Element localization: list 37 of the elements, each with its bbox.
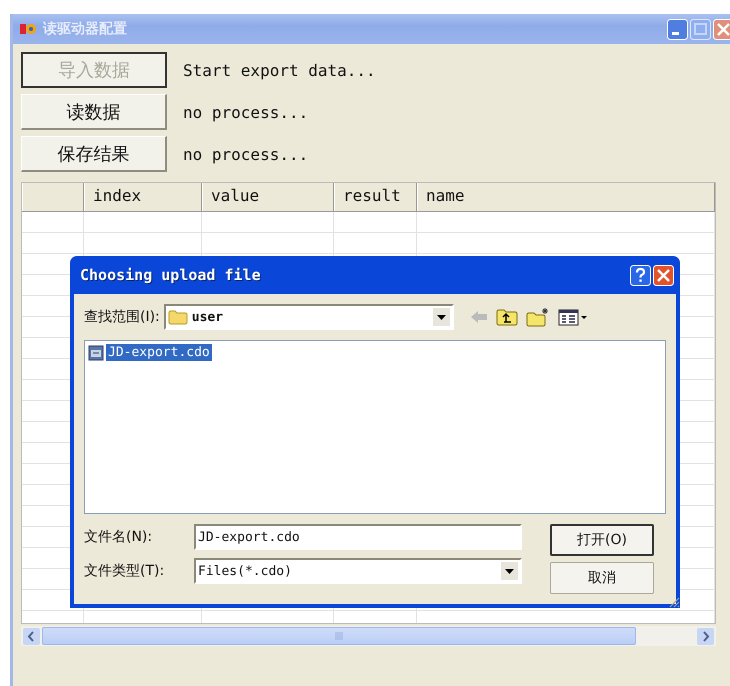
column-header[interactable]: index	[84, 183, 202, 211]
dialog-title: Choosing upload file	[80, 266, 262, 284]
status-text: Start export data...	[183, 60, 376, 80]
location-dropdown[interactable]: user	[164, 304, 454, 330]
file-name-field[interactable]: JD-export.cdo	[194, 524, 522, 550]
window-title: 读驱动器配置	[43, 20, 128, 38]
scroll-right-button[interactable]	[697, 628, 714, 644]
field-label: 文件名(N):	[84, 528, 154, 546]
column-header[interactable]: value	[202, 183, 334, 211]
action-button[interactable]: 保存结果	[21, 136, 167, 172]
close-button[interactable]	[653, 264, 674, 286]
scroll-left-button[interactable]	[23, 628, 40, 644]
scroll-thumb[interactable]	[42, 627, 636, 645]
help-button[interactable]	[630, 264, 651, 286]
field-label: 文件类型(T):	[84, 562, 166, 580]
file-type-dropdown[interactable]: Files(*.cdo)	[194, 558, 522, 584]
field-label: 查找范围(I):	[84, 308, 160, 326]
column-header[interactable]: name	[417, 183, 715, 211]
column-header[interactable]: result	[334, 183, 417, 211]
app-logo-icon	[19, 21, 37, 37]
horizontal-scrollbar[interactable]	[21, 626, 716, 646]
resize-grip-icon	[668, 596, 680, 608]
action-button[interactable]: 读数据	[21, 94, 167, 130]
view-menu-icon[interactable]	[558, 308, 588, 326]
minimize-button[interactable]	[667, 18, 688, 40]
grip-icon[interactable]	[334, 632, 344, 640]
new-folder-icon[interactable]	[526, 307, 550, 327]
folder-icon	[168, 309, 188, 325]
status-text: no process...	[183, 144, 308, 164]
up-folder-icon[interactable]	[496, 308, 518, 326]
file-icon	[88, 344, 104, 360]
status-text: no process...	[183, 102, 308, 122]
dialog-button[interactable]: 打开(O)	[550, 524, 654, 556]
file-item[interactable]: JD-export.cdo	[88, 344, 662, 361]
dialog-button[interactable]: 取消	[550, 562, 654, 594]
dropdown-value: user	[192, 310, 224, 324]
dropdown-value: Files(*.cdo)	[198, 564, 292, 578]
